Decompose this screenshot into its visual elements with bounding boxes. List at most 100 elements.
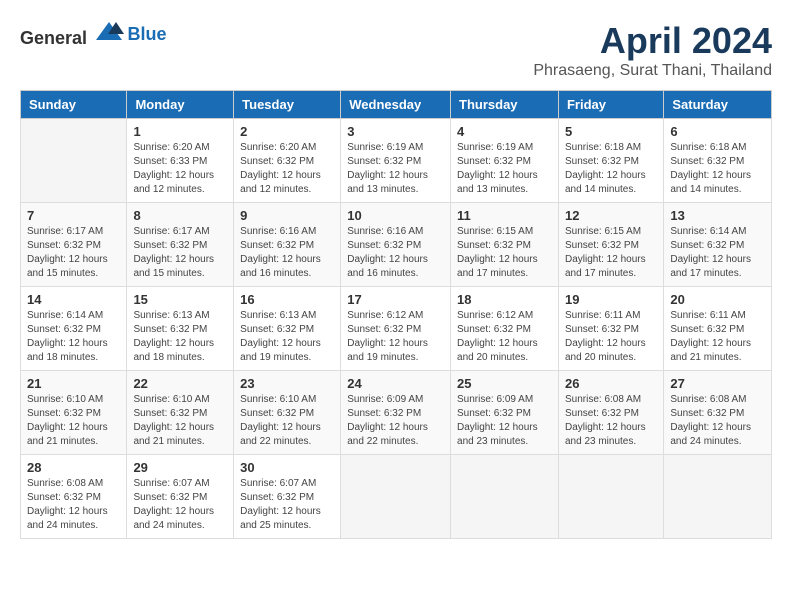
- calendar-body: 1Sunrise: 6:20 AM Sunset: 6:33 PM Daylig…: [21, 119, 772, 539]
- day-info: Sunrise: 6:11 AM Sunset: 6:32 PM Dayligh…: [670, 309, 765, 365]
- day-cell: 21 Sunrise: 6:10 AM Sunset: 6:32 PM Dayli…: [21, 371, 127, 455]
- day-cell: 11 Sunrise: 6:15 AM Sunset: 6:32 PM Dayli…: [451, 203, 559, 287]
- day-cell: 29Sunrise: 6:07 AM Sunset: 6:32 PM Dayli…: [127, 455, 234, 539]
- header-cell-monday: Monday: [127, 91, 234, 119]
- week-row-4: 28Sunrise: 6:08 AM Sunset: 6:32 PM Dayli…: [21, 455, 772, 539]
- day-cell: 9 Sunrise: 6:16 AM Sunset: 6:32 PM Daylig…: [234, 203, 341, 287]
- day-cell: 23 Sunrise: 6:10 AM Sunset: 6:32 PM Dayli…: [234, 371, 341, 455]
- day-number: 21: [27, 376, 120, 391]
- day-cell: 19 Sunrise: 6:11 AM Sunset: 6:32 PM Dayli…: [558, 287, 663, 371]
- day-info: Sunrise: 6:18 AM Sunset: 6:32 PM Dayligh…: [670, 141, 765, 197]
- day-cell: 12 Sunrise: 6:15 AM Sunset: 6:32 PM Dayli…: [558, 203, 663, 287]
- day-cell: 8 Sunrise: 6:17 AM Sunset: 6:32 PM Daylig…: [127, 203, 234, 287]
- day-cell: 30 Sunrise: 6:07 AM Sunset: 6:32 PM Dayli…: [234, 455, 341, 539]
- logo-icon: [94, 20, 124, 44]
- day-number: 30: [240, 460, 334, 475]
- header-cell-saturday: Saturday: [664, 91, 772, 119]
- day-cell: 18Sunrise: 6:12 AM Sunset: 6:32 PM Dayli…: [451, 287, 559, 371]
- day-info: Sunrise: 6:15 AM Sunset: 6:32 PM Dayligh…: [457, 225, 552, 281]
- week-row-1: 7 Sunrise: 6:17 AM Sunset: 6:32 PM Daylig…: [21, 203, 772, 287]
- day-cell: 28Sunrise: 6:08 AM Sunset: 6:32 PM Dayli…: [21, 455, 127, 539]
- day-info: Sunrise: 6:10 AM Sunset: 6:32 PM Dayligh…: [27, 393, 120, 449]
- day-cell: [341, 455, 451, 539]
- logo-blue-text: Blue: [128, 24, 167, 44]
- day-cell: 24Sunrise: 6:09 AM Sunset: 6:32 PM Dayli…: [341, 371, 451, 455]
- day-cell: 25Sunrise: 6:09 AM Sunset: 6:32 PM Dayli…: [451, 371, 559, 455]
- day-info: Sunrise: 6:07 AM Sunset: 6:32 PM Dayligh…: [240, 477, 334, 533]
- day-info: Sunrise: 6:08 AM Sunset: 6:32 PM Dayligh…: [565, 393, 657, 449]
- day-info: Sunrise: 6:17 AM Sunset: 6:32 PM Dayligh…: [27, 225, 120, 281]
- day-cell: 7 Sunrise: 6:17 AM Sunset: 6:32 PM Daylig…: [21, 203, 127, 287]
- day-number: 5: [565, 124, 657, 139]
- day-cell: 22 Sunrise: 6:10 AM Sunset: 6:32 PM Dayli…: [127, 371, 234, 455]
- day-number: 12: [565, 208, 657, 223]
- calendar-title: April 2024: [533, 20, 772, 62]
- week-row-3: 21 Sunrise: 6:10 AM Sunset: 6:32 PM Dayli…: [21, 371, 772, 455]
- day-number: 22: [133, 376, 227, 391]
- day-cell: 16Sunrise: 6:13 AM Sunset: 6:32 PM Dayli…: [234, 287, 341, 371]
- day-cell: 17 Sunrise: 6:12 AM Sunset: 6:32 PM Dayli…: [341, 287, 451, 371]
- day-cell: 27Sunrise: 6:08 AM Sunset: 6:32 PM Dayli…: [664, 371, 772, 455]
- day-number: 7: [27, 208, 120, 223]
- day-number: 14: [27, 292, 120, 307]
- week-row-0: 1Sunrise: 6:20 AM Sunset: 6:33 PM Daylig…: [21, 119, 772, 203]
- day-number: 3: [347, 124, 444, 139]
- day-info: Sunrise: 6:14 AM Sunset: 6:32 PM Dayligh…: [670, 225, 765, 281]
- day-number: 23: [240, 376, 334, 391]
- header-cell-thursday: Thursday: [451, 91, 559, 119]
- week-row-2: 14 Sunrise: 6:14 AM Sunset: 6:32 PM Dayli…: [21, 287, 772, 371]
- day-cell: [451, 455, 559, 539]
- header-cell-tuesday: Tuesday: [234, 91, 341, 119]
- day-info: Sunrise: 6:11 AM Sunset: 6:32 PM Dayligh…: [565, 309, 657, 365]
- calendar-subtitle: Phrasaeng, Surat Thani, Thailand: [533, 62, 772, 80]
- logo: General Blue: [20, 20, 167, 49]
- day-cell: 3 Sunrise: 6:19 AM Sunset: 6:32 PM Daylig…: [341, 119, 451, 203]
- calendar-header: SundayMondayTuesdayWednesdayThursdayFrid…: [21, 91, 772, 119]
- day-info: Sunrise: 6:16 AM Sunset: 6:32 PM Dayligh…: [347, 225, 444, 281]
- day-info: Sunrise: 6:19 AM Sunset: 6:32 PM Dayligh…: [347, 141, 444, 197]
- day-number: 19: [565, 292, 657, 307]
- day-info: Sunrise: 6:19 AM Sunset: 6:32 PM Dayligh…: [457, 141, 552, 197]
- day-cell: 6 Sunrise: 6:18 AM Sunset: 6:32 PM Daylig…: [664, 119, 772, 203]
- day-cell: 4Sunrise: 6:19 AM Sunset: 6:32 PM Daylig…: [451, 119, 559, 203]
- day-number: 28: [27, 460, 120, 475]
- header: General Blue April 2024 Phrasaeng, Surat…: [20, 20, 772, 80]
- day-info: Sunrise: 6:15 AM Sunset: 6:32 PM Dayligh…: [565, 225, 657, 281]
- day-number: 17: [347, 292, 444, 307]
- header-cell-sunday: Sunday: [21, 91, 127, 119]
- day-number: 18: [457, 292, 552, 307]
- day-info: Sunrise: 6:16 AM Sunset: 6:32 PM Dayligh…: [240, 225, 334, 281]
- day-cell: 15 Sunrise: 6:13 AM Sunset: 6:32 PM Dayli…: [127, 287, 234, 371]
- day-number: 11: [457, 208, 552, 223]
- day-number: 10: [347, 208, 444, 223]
- day-info: Sunrise: 6:12 AM Sunset: 6:32 PM Dayligh…: [347, 309, 444, 365]
- day-number: 9: [240, 208, 334, 223]
- day-cell: 10 Sunrise: 6:16 AM Sunset: 6:32 PM Dayli…: [341, 203, 451, 287]
- day-cell: [664, 455, 772, 539]
- day-info: Sunrise: 6:20 AM Sunset: 6:33 PM Dayligh…: [133, 141, 227, 197]
- header-cell-wednesday: Wednesday: [341, 91, 451, 119]
- day-info: Sunrise: 6:13 AM Sunset: 6:32 PM Dayligh…: [133, 309, 227, 365]
- day-cell: 26Sunrise: 6:08 AM Sunset: 6:32 PM Dayli…: [558, 371, 663, 455]
- day-number: 2: [240, 124, 334, 139]
- day-info: Sunrise: 6:09 AM Sunset: 6:32 PM Dayligh…: [347, 393, 444, 449]
- day-number: 20: [670, 292, 765, 307]
- day-number: 29: [133, 460, 227, 475]
- day-number: 6: [670, 124, 765, 139]
- title-section: April 2024 Phrasaeng, Surat Thani, Thail…: [533, 20, 772, 80]
- header-cell-friday: Friday: [558, 91, 663, 119]
- day-cell: 2 Sunrise: 6:20 AM Sunset: 6:32 PM Daylig…: [234, 119, 341, 203]
- day-cell: [21, 119, 127, 203]
- calendar-table: SundayMondayTuesdayWednesdayThursdayFrid…: [20, 90, 772, 539]
- day-number: 25: [457, 376, 552, 391]
- day-info: Sunrise: 6:10 AM Sunset: 6:32 PM Dayligh…: [240, 393, 334, 449]
- day-number: 15: [133, 292, 227, 307]
- day-info: Sunrise: 6:17 AM Sunset: 6:32 PM Dayligh…: [133, 225, 227, 281]
- day-cell: 13 Sunrise: 6:14 AM Sunset: 6:32 PM Dayli…: [664, 203, 772, 287]
- day-number: 8: [133, 208, 227, 223]
- day-cell: 14 Sunrise: 6:14 AM Sunset: 6:32 PM Dayli…: [21, 287, 127, 371]
- day-info: Sunrise: 6:10 AM Sunset: 6:32 PM Dayligh…: [133, 393, 227, 449]
- day-number: 13: [670, 208, 765, 223]
- day-info: Sunrise: 6:20 AM Sunset: 6:32 PM Dayligh…: [240, 141, 334, 197]
- day-info: Sunrise: 6:14 AM Sunset: 6:32 PM Dayligh…: [27, 309, 120, 365]
